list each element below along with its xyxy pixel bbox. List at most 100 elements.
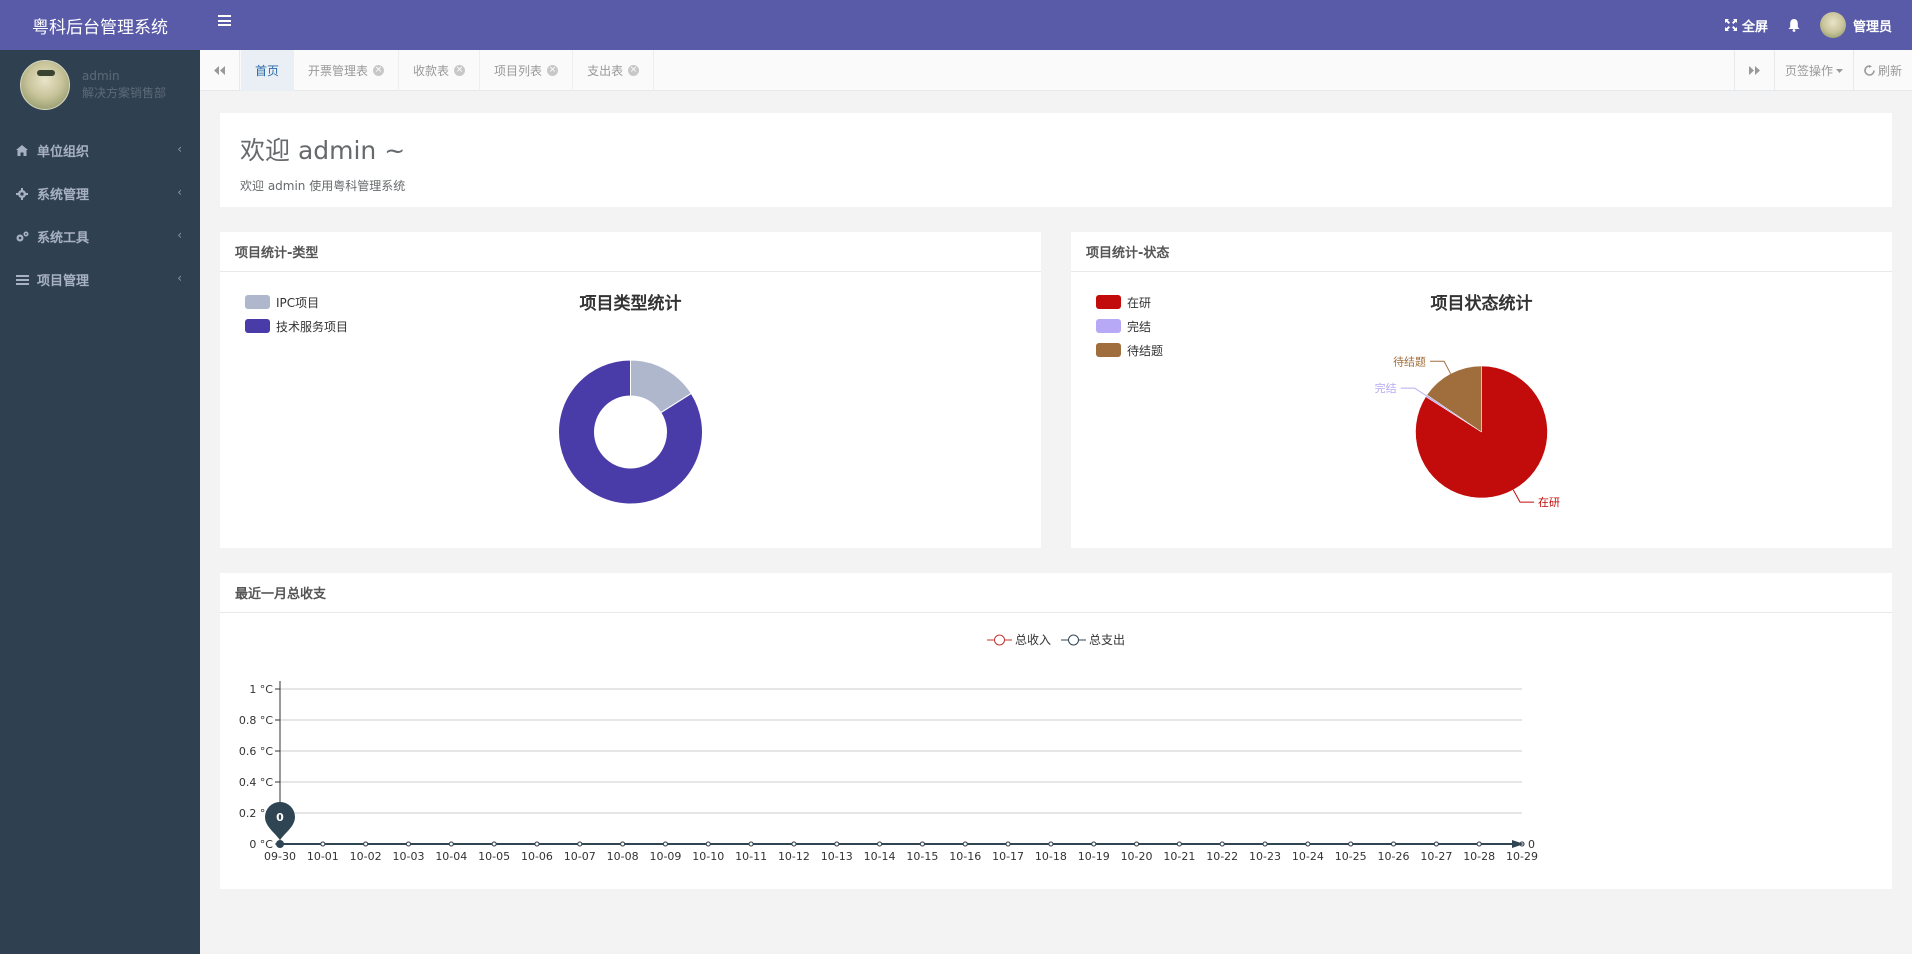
data-point[interactable] bbox=[1134, 841, 1140, 847]
home-icon bbox=[15, 144, 29, 158]
user-menu[interactable]: 管理员 bbox=[1819, 12, 1892, 38]
x-tick-label: 10-06 bbox=[521, 850, 553, 863]
markline-arrow bbox=[1512, 840, 1524, 848]
profile-name: admin bbox=[82, 69, 120, 83]
close-icon[interactable]: × bbox=[547, 65, 559, 76]
sidebar-item-system[interactable]: 系统管理 ‹ bbox=[0, 172, 200, 215]
menu-toggle-icon[interactable] bbox=[218, 15, 231, 26]
double-chevron-left-icon bbox=[214, 66, 225, 75]
data-point[interactable] bbox=[448, 841, 454, 847]
data-point[interactable] bbox=[834, 841, 840, 847]
chevron-left-icon: ‹ bbox=[177, 142, 182, 156]
data-point[interactable] bbox=[705, 841, 711, 847]
data-point[interactable] bbox=[1433, 841, 1439, 847]
legend-item[interactable]: 完结 bbox=[1096, 314, 1163, 338]
refresh-button[interactable]: 刷新 bbox=[1852, 50, 1912, 91]
data-point[interactable] bbox=[1176, 841, 1182, 847]
donut-slice[interactable] bbox=[558, 359, 703, 505]
data-point[interactable] bbox=[791, 841, 797, 847]
donut-slice[interactable] bbox=[630, 359, 692, 414]
tabs: 首页 开票管理表 × 收款表 × 项目列表 × 支出表 × bbox=[241, 50, 655, 91]
x-tick-label: 10-27 bbox=[1420, 850, 1452, 863]
pie-slice[interactable] bbox=[1415, 365, 1548, 499]
data-point[interactable] bbox=[1219, 841, 1225, 847]
tab-scroll-right-button[interactable] bbox=[1733, 50, 1774, 91]
data-point[interactable] bbox=[363, 841, 369, 847]
x-tick-label: 10-03 bbox=[392, 850, 424, 863]
data-point[interactable] bbox=[1348, 841, 1354, 847]
data-point[interactable] bbox=[1048, 841, 1054, 847]
top-navbar: 全屏 管理员 bbox=[200, 0, 1912, 50]
pie-label-line bbox=[1400, 387, 1427, 397]
list-icon bbox=[15, 273, 29, 287]
sidebar-item-org[interactable]: 单位组织 ‹ bbox=[0, 129, 200, 172]
tab-project-list[interactable]: 项目列表 × bbox=[480, 50, 574, 91]
data-point[interactable] bbox=[491, 841, 497, 847]
sidebar-item-tools[interactable]: 系统工具 ‹ bbox=[0, 215, 200, 258]
data-point[interactable] bbox=[877, 841, 883, 847]
sidebar-item-label: 单位组织 bbox=[37, 145, 90, 160]
tab-expenses[interactable]: 支出表 × bbox=[573, 50, 655, 91]
x-tick-label: 10-12 bbox=[778, 850, 810, 863]
data-point[interactable] bbox=[1476, 841, 1482, 847]
x-tick-label: 10-16 bbox=[949, 850, 981, 863]
legend-item[interactable]: 技术服务项目 bbox=[245, 314, 348, 338]
data-point[interactable] bbox=[662, 841, 668, 847]
data-point[interactable] bbox=[320, 841, 326, 847]
fullscreen-button[interactable]: 全屏 bbox=[1724, 16, 1768, 35]
data-point[interactable] bbox=[620, 841, 626, 847]
data-point[interactable] bbox=[534, 841, 540, 847]
notifications-button[interactable] bbox=[1788, 18, 1800, 32]
welcome-heading: 欢迎 admin ~ bbox=[240, 136, 406, 165]
sidebar: 粤科后台管理系统 admin 解决方案销售部 单位组织 ‹ 系统管理 ‹ 系统工 bbox=[0, 0, 200, 954]
refresh-label: 刷新 bbox=[1877, 64, 1902, 78]
x-tick-label: 10-01 bbox=[307, 850, 339, 863]
tab-label: 开票管理表 bbox=[308, 64, 369, 78]
avatar bbox=[1819, 12, 1846, 38]
page-ops-dropdown[interactable]: 页签操作 bbox=[1773, 50, 1853, 91]
close-icon[interactable]: × bbox=[628, 65, 640, 76]
max-marker-label: 0 bbox=[276, 811, 284, 824]
x-tick-label: 10-09 bbox=[649, 850, 681, 863]
chart-title: 项目类型统计 bbox=[579, 294, 682, 314]
x-tick-label: 10-13 bbox=[821, 850, 853, 863]
data-point[interactable] bbox=[962, 841, 968, 847]
x-tick-label: 10-20 bbox=[1121, 850, 1153, 863]
x-tick-label: 10-19 bbox=[1078, 850, 1110, 863]
data-point[interactable] bbox=[405, 841, 411, 847]
user-profile[interactable]: admin 解决方案销售部 bbox=[0, 50, 200, 120]
data-point[interactable] bbox=[577, 841, 583, 847]
sidebar-item-projects[interactable]: 项目管理 ‹ bbox=[0, 258, 200, 301]
tab-home[interactable]: 首页 bbox=[241, 50, 295, 91]
data-point[interactable] bbox=[1262, 841, 1268, 847]
sidebar-item-label: 系统工具 bbox=[37, 231, 90, 246]
pie-slice[interactable] bbox=[1426, 365, 1482, 433]
data-point[interactable] bbox=[748, 841, 754, 847]
y-tick-label: 0.4 °C bbox=[239, 776, 273, 789]
legend-item[interactable]: 待结题 bbox=[1096, 338, 1163, 362]
status-pie-chart: 在研 完结 待结题 bbox=[1375, 354, 1560, 509]
tab-receipts[interactable]: 收款表 × bbox=[399, 50, 481, 91]
pie-slice[interactable] bbox=[1425, 394, 1482, 433]
data-point[interactable] bbox=[1305, 841, 1311, 847]
sidebar-menu: 单位组织 ‹ 系统管理 ‹ 系统工具 ‹ 项目管理 ‹ bbox=[0, 129, 200, 301]
close-icon[interactable]: × bbox=[454, 65, 466, 76]
x-tick-label: 10-17 bbox=[992, 850, 1024, 863]
fullscreen-label: 全屏 bbox=[1741, 19, 1768, 35]
tab-scroll-left-button[interactable] bbox=[200, 50, 240, 91]
x-tick-label: 10-22 bbox=[1206, 850, 1238, 863]
markline-label: 0 bbox=[1528, 838, 1535, 851]
chevron-left-icon: ‹ bbox=[177, 271, 182, 285]
sidebar-item-label: 项目管理 bbox=[37, 274, 90, 289]
x-tick-label: 10-18 bbox=[1035, 850, 1067, 863]
legend-label: 完结 bbox=[1127, 319, 1152, 334]
close-icon[interactable]: × bbox=[373, 65, 385, 76]
data-point[interactable] bbox=[1005, 841, 1011, 847]
data-point[interactable] bbox=[1391, 841, 1397, 847]
data-point[interactable] bbox=[1091, 841, 1097, 847]
tab-invoice[interactable]: 开票管理表 × bbox=[294, 50, 400, 91]
data-point[interactable] bbox=[919, 841, 925, 847]
tab-label: 首页 bbox=[255, 64, 280, 78]
max-marker-dot bbox=[276, 840, 284, 848]
avatar[interactable] bbox=[20, 60, 70, 110]
